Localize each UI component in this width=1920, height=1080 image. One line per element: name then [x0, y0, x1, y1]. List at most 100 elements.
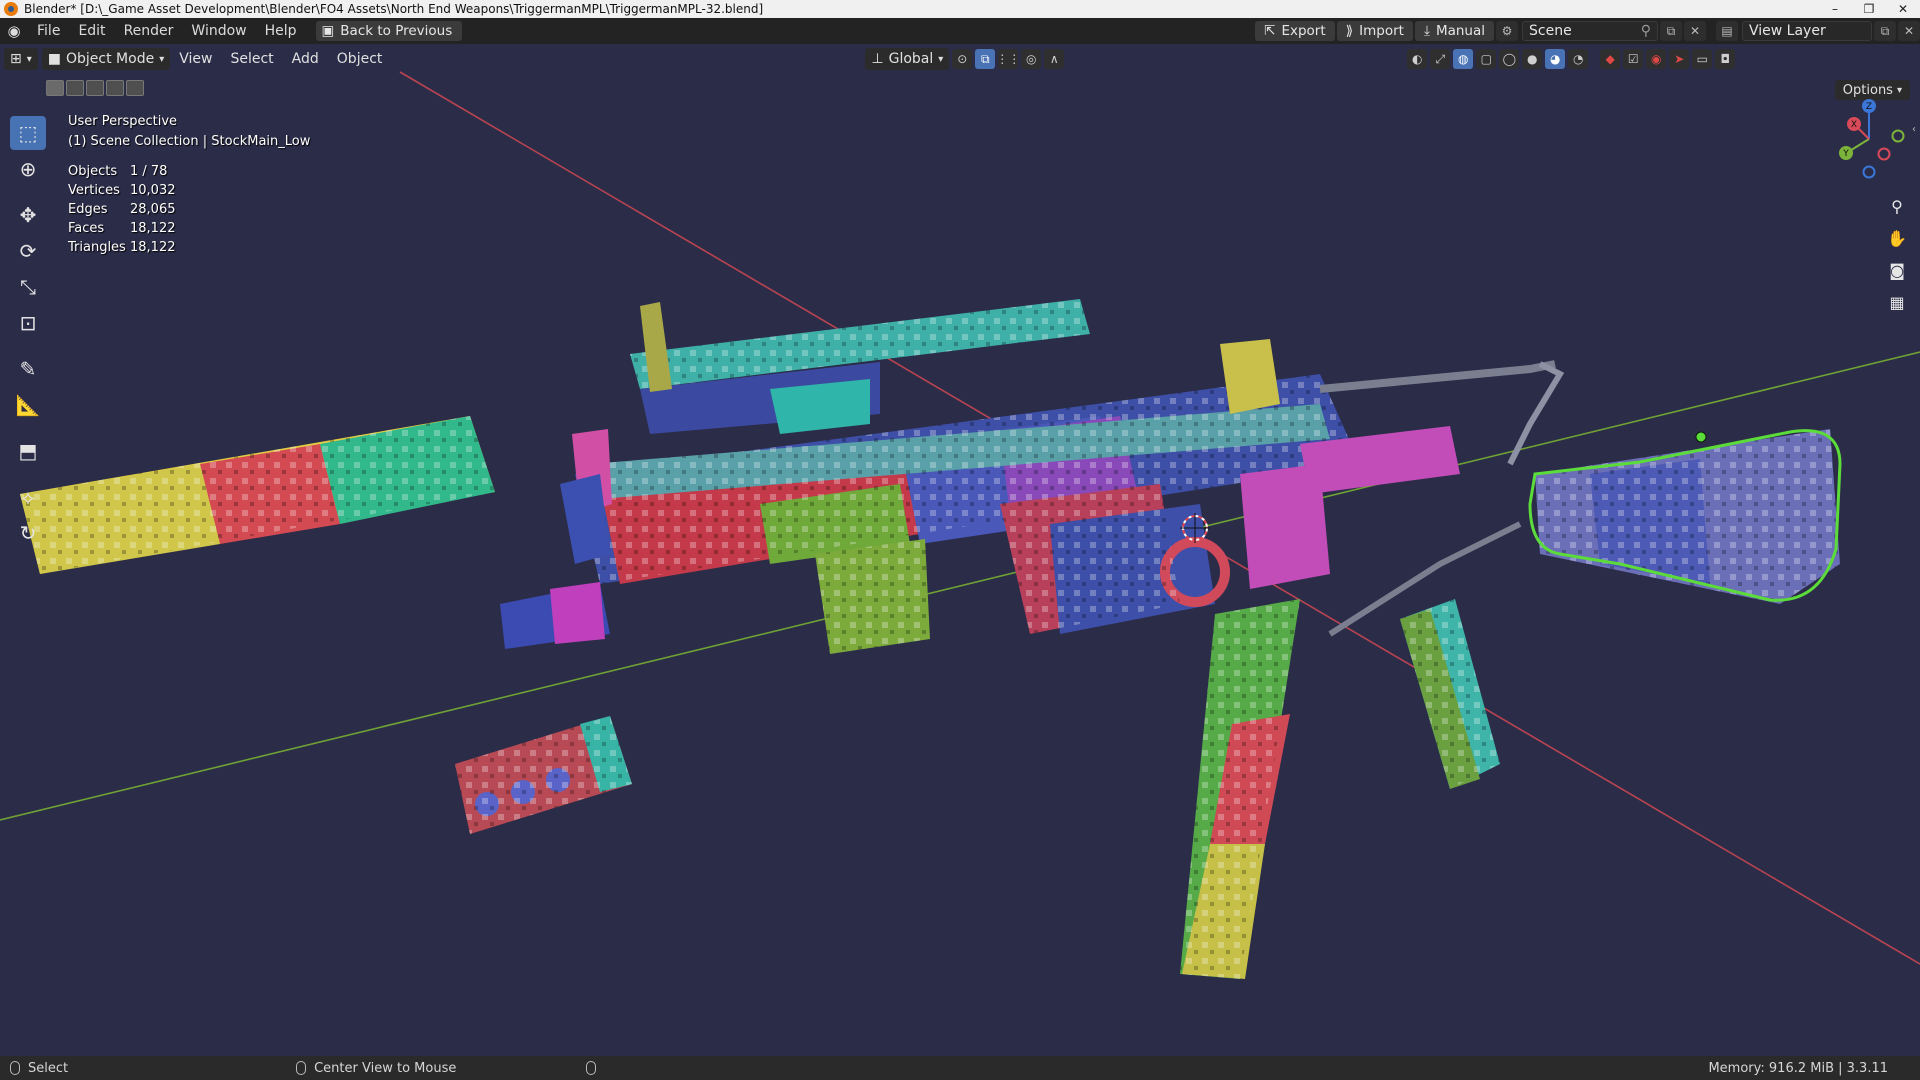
window-title: Blender* [D:\_Game Asset Development\Ble…	[24, 2, 764, 16]
select-subtract-icon[interactable]	[86, 80, 104, 96]
magazine-object[interactable]	[1180, 599, 1300, 979]
scene-field[interactable]: Scene ⚲	[1522, 21, 1658, 41]
new-view-layer-icon[interactable]: ⧉	[1874, 21, 1896, 41]
pivot-icon[interactable]: ⊙	[952, 49, 973, 69]
transform-icon[interactable]: ⊡	[10, 306, 46, 340]
delete-scene-icon[interactable]: ✕	[1684, 21, 1706, 41]
stat-value: 18,122	[130, 221, 176, 236]
snap-target-icon[interactable]: ⋮⋮	[996, 49, 1020, 69]
viewport-info: User Perspective (1) Scene Collection | …	[68, 114, 310, 154]
view-name: User Perspective	[68, 114, 178, 129]
close-button[interactable]: ✕	[1886, 2, 1920, 16]
xray-icon[interactable]: ▢	[1476, 49, 1497, 69]
render-camera-icon[interactable]: ◘	[1715, 49, 1736, 69]
menu-file[interactable]: File	[28, 18, 69, 44]
view-layer-icon[interactable]: ▤	[1716, 21, 1738, 41]
mag-piece-object[interactable]	[1400, 599, 1500, 789]
gizmo-toggle-icon[interactable]: ⤢	[1430, 49, 1451, 69]
scene-selector-icon[interactable]: ⚙	[1496, 21, 1518, 41]
pin-icon[interactable]: ⚲	[1641, 23, 1651, 39]
viewport-header: ⊞ ▾ ■ Object Mode ▾ View Select Add Objec…	[0, 44, 1920, 74]
rendered-shading-icon[interactable]: ◔	[1568, 49, 1589, 69]
measure-icon[interactable]: 📐	[10, 388, 46, 422]
hand-icon[interactable]: ✋	[1886, 228, 1908, 250]
stat-row: Faces 18,122	[68, 221, 176, 240]
add-cube-icon[interactable]: ⬒	[10, 434, 46, 468]
select-arrow-icon[interactable]: ➤	[1669, 49, 1690, 69]
rotate-icon[interactable]: ⟳	[10, 234, 46, 268]
gizmo-neg-y[interactable]	[1891, 129, 1905, 143]
visibility-icon[interactable]: ◐	[1407, 49, 1428, 69]
select-extend-icon[interactable]	[66, 80, 84, 96]
wireframe-shading-icon[interactable]: ◯	[1499, 49, 1520, 69]
sidebar-toggle-icon[interactable]: ‹	[1912, 124, 1920, 142]
spin-tool-icon[interactable]: ↻	[10, 516, 46, 550]
transform-orientation-dropdown[interactable]: ⊥ Global ▾	[865, 48, 950, 70]
solid-shading-icon[interactable]: ●	[1522, 49, 1543, 69]
window-titlebar: Blender* [D:\_Game Asset Development\Ble…	[0, 0, 1920, 18]
overlay-toggle-icon[interactable]: ◍	[1453, 49, 1474, 69]
keyframe-icon[interactable]: ◆	[1600, 49, 1621, 69]
select-box-tool-icon[interactable]: ⬚	[10, 116, 46, 150]
menu-help[interactable]: Help	[256, 18, 306, 44]
menu-object[interactable]: Object	[328, 51, 392, 67]
proportional-edit-icon[interactable]: ◎	[1021, 49, 1042, 69]
eye-icon[interactable]: ◉	[1646, 49, 1667, 69]
camera-icon[interactable]: ◙	[1886, 260, 1908, 282]
manual-button[interactable]: ⤓ Manual	[1414, 21, 1494, 41]
blender-menu-icon[interactable]: ◉	[0, 22, 28, 40]
menu-window[interactable]: Window	[182, 18, 255, 44]
forward-grip-object[interactable]	[815, 539, 930, 654]
grid-icon[interactable]: ▦	[1886, 292, 1908, 314]
navigation-gizmo[interactable]: Z X Y	[1826, 96, 1912, 182]
muzzle-device-object[interactable]	[455, 716, 632, 834]
minimize-button[interactable]: –	[1818, 2, 1852, 16]
front-sight-object[interactable]	[500, 429, 612, 649]
object-mode-icon: ■	[47, 51, 61, 67]
material-shading-icon[interactable]: ◕	[1545, 49, 1566, 69]
stock-main-low-object[interactable]	[1528, 429, 1842, 604]
gizmo-neg-x[interactable]	[1877, 147, 1891, 161]
cursor-icon[interactable]: ⊕	[10, 152, 46, 186]
status-center-hint: Center View to Mouse	[296, 1061, 456, 1076]
menu-select[interactable]: Select	[221, 51, 282, 67]
3d-viewport[interactable]: ⊞ ▾ ■ Object Mode ▾ View Select Add Objec…	[0, 44, 1920, 1056]
gizmo-y-label: Y	[1842, 149, 1849, 159]
import-button[interactable]: ⟫ Import	[1336, 21, 1413, 41]
move-icon[interactable]: ✥	[10, 198, 46, 232]
manual-label: Manual	[1435, 23, 1485, 39]
suppressor-object[interactable]	[20, 416, 495, 574]
maximize-button[interactable]: ❐	[1852, 2, 1886, 16]
mouse-middle-icon	[296, 1061, 307, 1075]
select-invert-icon[interactable]	[106, 80, 124, 96]
delete-view-layer-icon[interactable]: ✕	[1898, 21, 1920, 41]
status-select-label: Select	[28, 1060, 69, 1076]
mouse-right-icon	[586, 1061, 597, 1075]
annotate-icon[interactable]: ✎	[10, 352, 46, 386]
top-handguard-object[interactable]	[630, 299, 1090, 434]
menu-add[interactable]: Add	[283, 51, 328, 67]
shear-tool-icon[interactable]: ⟡	[10, 480, 46, 514]
back-to-previous-button[interactable]: ▣ Back to Previous	[315, 21, 463, 41]
orientation-label: Global	[888, 51, 934, 67]
gizmo-neg-z[interactable]	[1862, 165, 1876, 179]
export-button[interactable]: ⇱ Export	[1255, 21, 1335, 41]
monitor-icon[interactable]: ▭	[1692, 49, 1713, 69]
viewport-scene[interactable]	[0, 44, 1920, 1056]
view-layer-field[interactable]: View Layer	[1742, 21, 1872, 41]
menu-view[interactable]: View	[170, 51, 221, 67]
status-select-hint: Select	[10, 1061, 68, 1076]
menu-edit[interactable]: Edit	[69, 18, 114, 44]
zoom-icon[interactable]: ⚲	[1886, 196, 1908, 218]
select-new-icon[interactable]	[46, 80, 64, 96]
falloff-icon[interactable]: ∧	[1044, 49, 1065, 69]
checkbox-icon[interactable]: ☑	[1623, 49, 1644, 69]
view-layer-name: View Layer	[1749, 23, 1826, 39]
editor-type-button[interactable]: ⊞ ▾	[4, 48, 38, 70]
scale-icon[interactable]: ⤡	[10, 270, 46, 304]
select-intersect-icon[interactable]	[126, 80, 144, 96]
mode-dropdown[interactable]: ■ Object Mode ▾	[41, 48, 171, 70]
new-scene-icon[interactable]: ⧉	[1660, 21, 1682, 41]
menu-render[interactable]: Render	[115, 18, 183, 44]
snap-toggle-icon[interactable]: ⧉	[975, 49, 996, 69]
